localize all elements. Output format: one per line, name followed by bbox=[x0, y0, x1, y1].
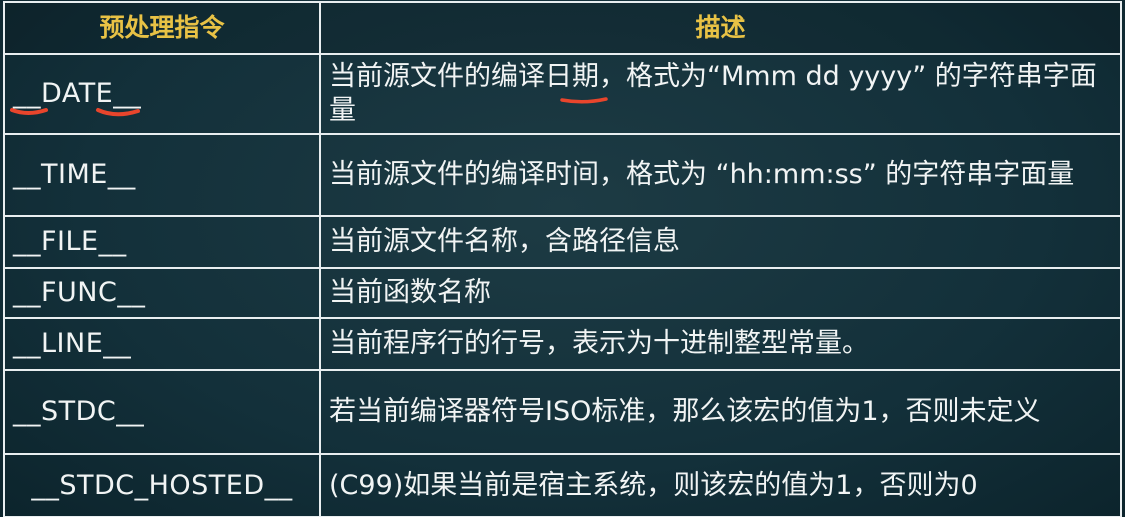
macro-name: __FILE__ bbox=[3, 215, 321, 269]
table-row: __FILE__ 当前源文件名称，含路径信息 bbox=[3, 215, 1122, 269]
macro-description: 当前函数名称 bbox=[319, 267, 1122, 319]
header-directive: 预处理指令 bbox=[3, 1, 321, 55]
macro-description: 当前程序行的行号，表示为十进制整型常量。 bbox=[319, 317, 1122, 371]
macro-description: (C99)如果当前是宿主系统，则该宏的值为1，否则为0 bbox=[319, 453, 1122, 517]
macro-name: __TIME__ bbox=[3, 133, 321, 217]
macro-name: __STDC__ bbox=[3, 369, 321, 455]
table-header-row: 预处理指令 描述 bbox=[3, 1, 1122, 55]
predefined-macro-table: 预处理指令 描述 __DATE__ 当前源文件的编译日期，格式为“Mmm dd … bbox=[3, 1, 1122, 517]
macro-name: __DATE__ bbox=[3, 53, 321, 135]
slide-page: 预处理指令 描述 __DATE__ 当前源文件的编译日期，格式为“Mmm dd … bbox=[0, 0, 1125, 517]
table-row: __FUNC__ 当前函数名称 bbox=[3, 267, 1122, 319]
table-row: __STDC__ 若当前编译器符号ISO标准，那么该宏的值为1，否则未定义 bbox=[3, 369, 1122, 455]
header-description: 描述 bbox=[319, 1, 1122, 55]
macro-name: __LINE__ bbox=[3, 317, 321, 371]
macro-description: 当前源文件的编译日期，格式为“Mmm dd yyyy” 的字符串字面量 bbox=[319, 53, 1122, 135]
table-row: __TIME__ 当前源文件的编译时间，格式为 “hh:mm:ss” 的字符串字… bbox=[3, 133, 1122, 217]
macro-name: __STDC_HOSTED__ bbox=[3, 453, 321, 517]
table-row: __LINE__ 当前程序行的行号，表示为十进制整型常量。 bbox=[3, 317, 1122, 371]
macro-description: 当前源文件名称，含路径信息 bbox=[319, 215, 1122, 269]
macro-description: 若当前编译器符号ISO标准，那么该宏的值为1，否则未定义 bbox=[319, 369, 1122, 455]
table-row: __DATE__ 当前源文件的编译日期，格式为“Mmm dd yyyy” 的字符… bbox=[3, 53, 1122, 135]
macro-name: __FUNC__ bbox=[3, 267, 321, 319]
table-row: __STDC_HOSTED__ (C99)如果当前是宿主系统，则该宏的值为1，否… bbox=[3, 453, 1122, 517]
macro-description: 当前源文件的编译时间，格式为 “hh:mm:ss” 的字符串字面量 bbox=[319, 133, 1122, 217]
